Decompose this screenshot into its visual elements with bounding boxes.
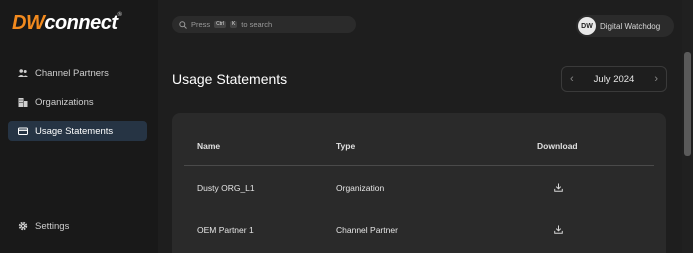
shortcut-key-k: K <box>229 21 238 28</box>
row-type-cell: Organization <box>336 183 385 193</box>
search-hint-text: to search <box>241 20 273 29</box>
gear-icon <box>18 221 28 231</box>
sidebar: DWconnect® Channel Partners Organization… <box>0 0 158 253</box>
avatar: DW <box>578 17 596 35</box>
shortcut-key-ctrl: Ctrl <box>214 21 226 28</box>
dwconnect-logo[interactable]: DWconnect® <box>12 12 122 35</box>
search-icon <box>179 20 187 29</box>
scrollbar-thumb[interactable] <box>684 52 691 156</box>
download-icon[interactable] <box>554 225 563 234</box>
sidebar-item-usage-statements[interactable]: Usage Statements <box>8 121 147 141</box>
month-picker-value[interactable]: July 2024 <box>594 74 635 85</box>
download-icon[interactable] <box>554 183 563 192</box>
search-hint-text: Press <box>191 20 211 29</box>
chevron-right-icon[interactable]: › <box>654 73 658 85</box>
sidebar-item-label: Settings <box>35 220 70 232</box>
sidebar-item-organizations[interactable]: Organizations <box>8 92 147 112</box>
user-name: Digital Watchdog <box>600 21 661 31</box>
chevron-left-icon[interactable]: ‹ <box>570 73 574 85</box>
sidebar-item-settings[interactable]: Settings <box>8 216 147 236</box>
sidebar-item-label: Channel Partners <box>35 67 109 79</box>
sidebar-item-channel-partners[interactable]: Channel Partners <box>8 63 147 83</box>
usage-statements-table: Name Type Download Dusty ORG_L1 Organiza… <box>172 113 666 253</box>
sidebar-item-label: Usage Statements <box>35 125 114 137</box>
scrollbar[interactable] <box>682 0 693 253</box>
user-menu[interactable]: DW Digital Watchdog <box>576 15 674 37</box>
logo-trademark: ® <box>117 12 122 18</box>
header-divider <box>184 165 654 166</box>
logo-connect-text: connect <box>44 12 118 34</box>
page-title: Usage Statements <box>172 71 288 87</box>
main-content: Press Ctrl K to search DW Digital Watchd… <box>158 0 682 253</box>
statement-card-icon <box>18 127 28 135</box>
row-name-cell: OEM Partner 1 <box>197 225 254 235</box>
partners-icon <box>18 69 28 77</box>
month-picker: ‹ July 2024 › <box>561 66 667 92</box>
column-header-type: Type <box>336 141 356 151</box>
row-type-cell: Channel Partner <box>336 225 398 235</box>
logo-dw-text: DW <box>12 12 45 34</box>
organizations-icon <box>18 98 28 107</box>
column-header-download: Download <box>537 141 578 151</box>
column-header-name: Name <box>197 141 221 151</box>
search-input[interactable]: Press Ctrl K to search <box>172 16 356 33</box>
row-name-cell: Dusty ORG_L1 <box>197 183 255 193</box>
sidebar-item-label: Organizations <box>35 96 94 108</box>
